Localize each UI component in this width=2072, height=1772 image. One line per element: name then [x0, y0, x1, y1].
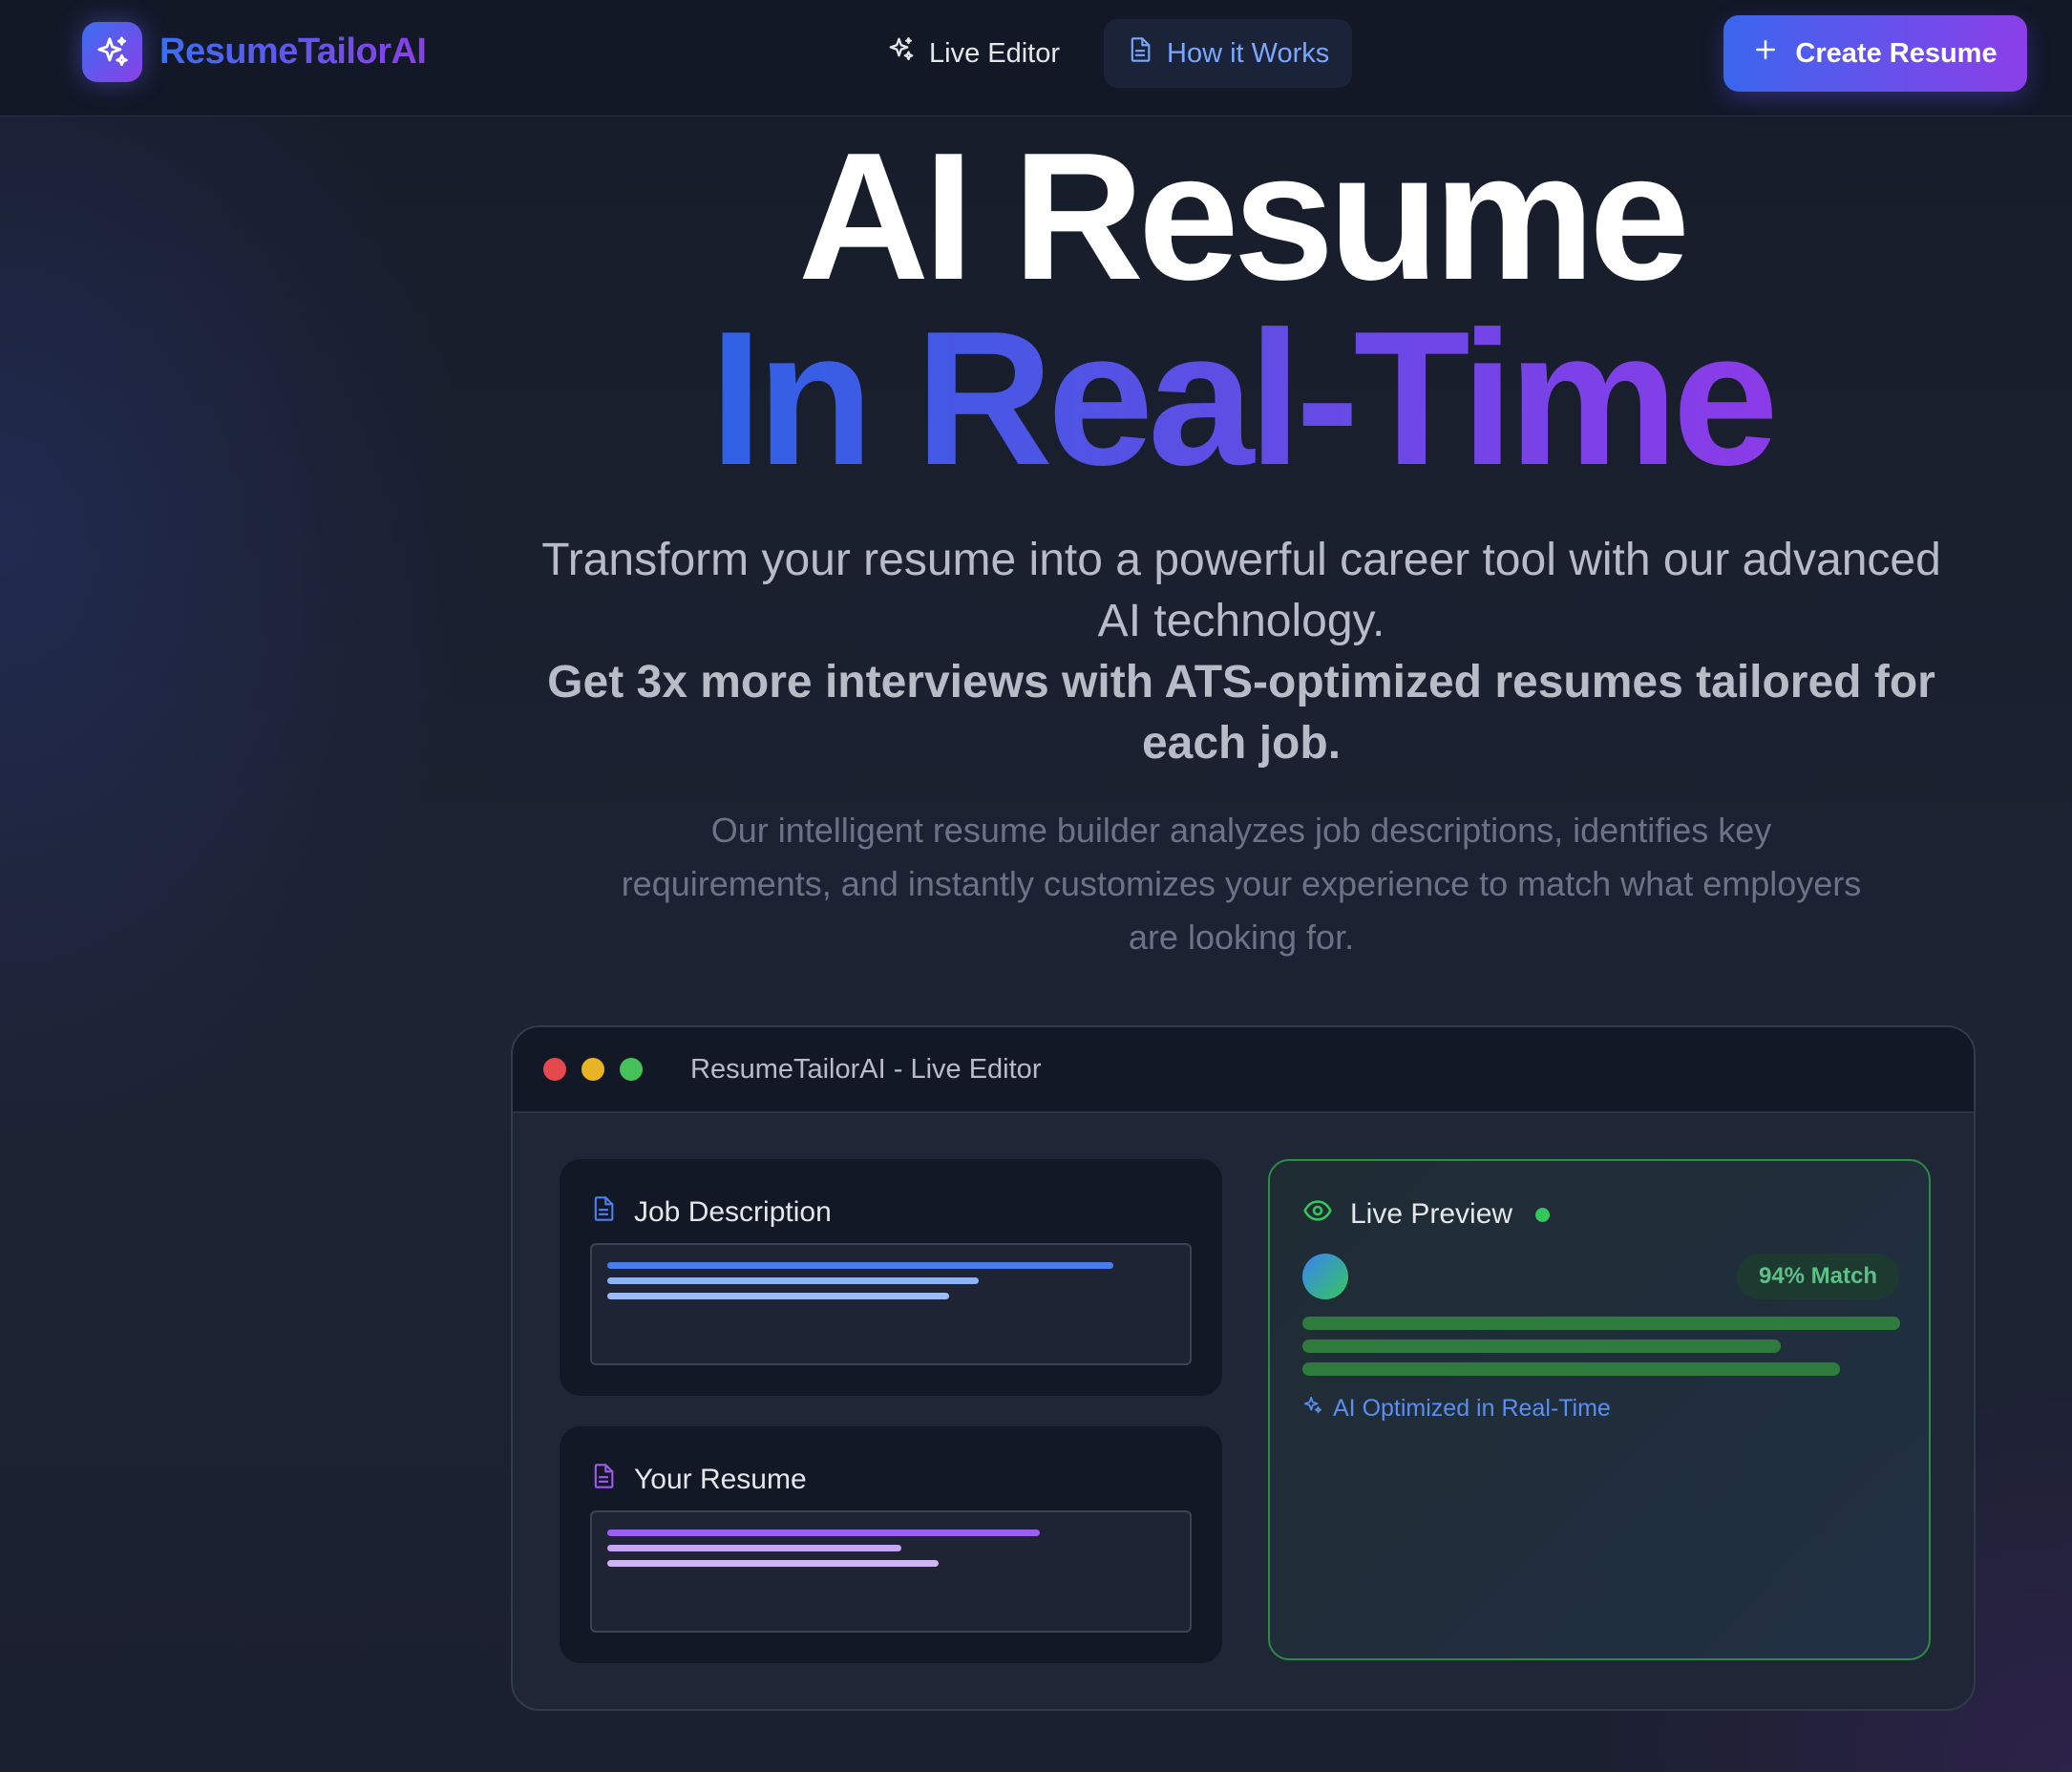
match-badge: 94% Match — [1737, 1254, 1899, 1299]
live-preview-panel: Live Preview 94% Match AI Optimized in R… — [1268, 1159, 1931, 1660]
text-line — [607, 1262, 1113, 1269]
hero-lead: Transform your resume into a powerful ca… — [541, 535, 1941, 646]
text-line — [607, 1277, 979, 1284]
live-status-dot — [1535, 1207, 1551, 1222]
window-minimize-dot — [581, 1058, 604, 1081]
eye-icon — [1302, 1195, 1333, 1234]
nav-link-label: Live Editor — [929, 37, 1061, 69]
your-resume-header: Your Resume — [590, 1461, 807, 1499]
brand[interactable]: ResumeTailorAI — [82, 22, 427, 82]
document-icon — [1127, 35, 1153, 72]
nav-link-live-editor[interactable]: Live Editor — [864, 19, 1083, 88]
preview-line — [1302, 1362, 1840, 1376]
text-line — [607, 1545, 901, 1551]
live-preview-title: Live Preview — [1350, 1198, 1513, 1230]
top-nav: ResumeTailorAI Live Editor How it Works … — [0, 0, 2072, 116]
document-icon — [590, 1193, 617, 1232]
sparkles-icon — [1302, 1395, 1323, 1423]
live-editor-window: ResumeTailorAI - Live Editor Job Descrip… — [511, 1025, 1976, 1711]
job-description-input[interactable] — [590, 1243, 1192, 1365]
create-resume-label: Create Resume — [1795, 37, 1998, 69]
avatar — [1302, 1254, 1348, 1299]
nav-links: Live Editor How it Works — [864, 19, 1353, 88]
text-line — [607, 1293, 949, 1299]
your-resume-input[interactable] — [590, 1510, 1192, 1633]
sparkles-icon — [887, 35, 916, 72]
preview-line — [1302, 1317, 1900, 1330]
window-close-dot — [543, 1058, 566, 1081]
brand-name: ResumeTailorAI — [159, 32, 427, 72]
plus-icon — [1753, 37, 1778, 70]
your-resume-panel: Your Resume — [560, 1426, 1222, 1663]
document-icon — [590, 1461, 617, 1499]
nav-link-label: How it Works — [1167, 37, 1330, 69]
preview-line — [1302, 1340, 1781, 1353]
job-description-title: Job Description — [634, 1196, 832, 1228]
ai-optimized-label: AI Optimized in Real-Time — [1302, 1395, 1611, 1423]
your-resume-title: Your Resume — [634, 1464, 807, 1495]
hero-description: Our intelligent resume builder analyzes … — [621, 811, 1862, 957]
create-resume-button[interactable]: Create Resume — [1723, 15, 2027, 92]
hero-title-line2: In Real-Time — [477, 304, 2005, 495]
job-description-panel: Job Description — [560, 1159, 1222, 1396]
ai-optimized-text: AI Optimized in Real-Time — [1333, 1395, 1611, 1422]
hero-title-gradient-text: In Real-Time — [709, 292, 1779, 505]
hero-lead-strong: Get 3x more interviews with ATS-optimize… — [547, 657, 1935, 769]
live-preview-header: Live Preview — [1302, 1195, 1551, 1234]
hero-title-line1: AI Resume — [797, 116, 1690, 318]
sparkles-logo-icon — [82, 22, 142, 82]
window-titlebar: ResumeTailorAI - Live Editor — [513, 1027, 1974, 1113]
text-line — [607, 1560, 939, 1567]
job-description-header: Job Description — [590, 1193, 832, 1232]
window-maximize-dot — [620, 1058, 643, 1081]
nav-link-how-it-works[interactable]: How it Works — [1104, 19, 1353, 88]
text-line — [607, 1529, 1040, 1536]
window-title: ResumeTailorAI - Live Editor — [690, 1053, 1042, 1085]
